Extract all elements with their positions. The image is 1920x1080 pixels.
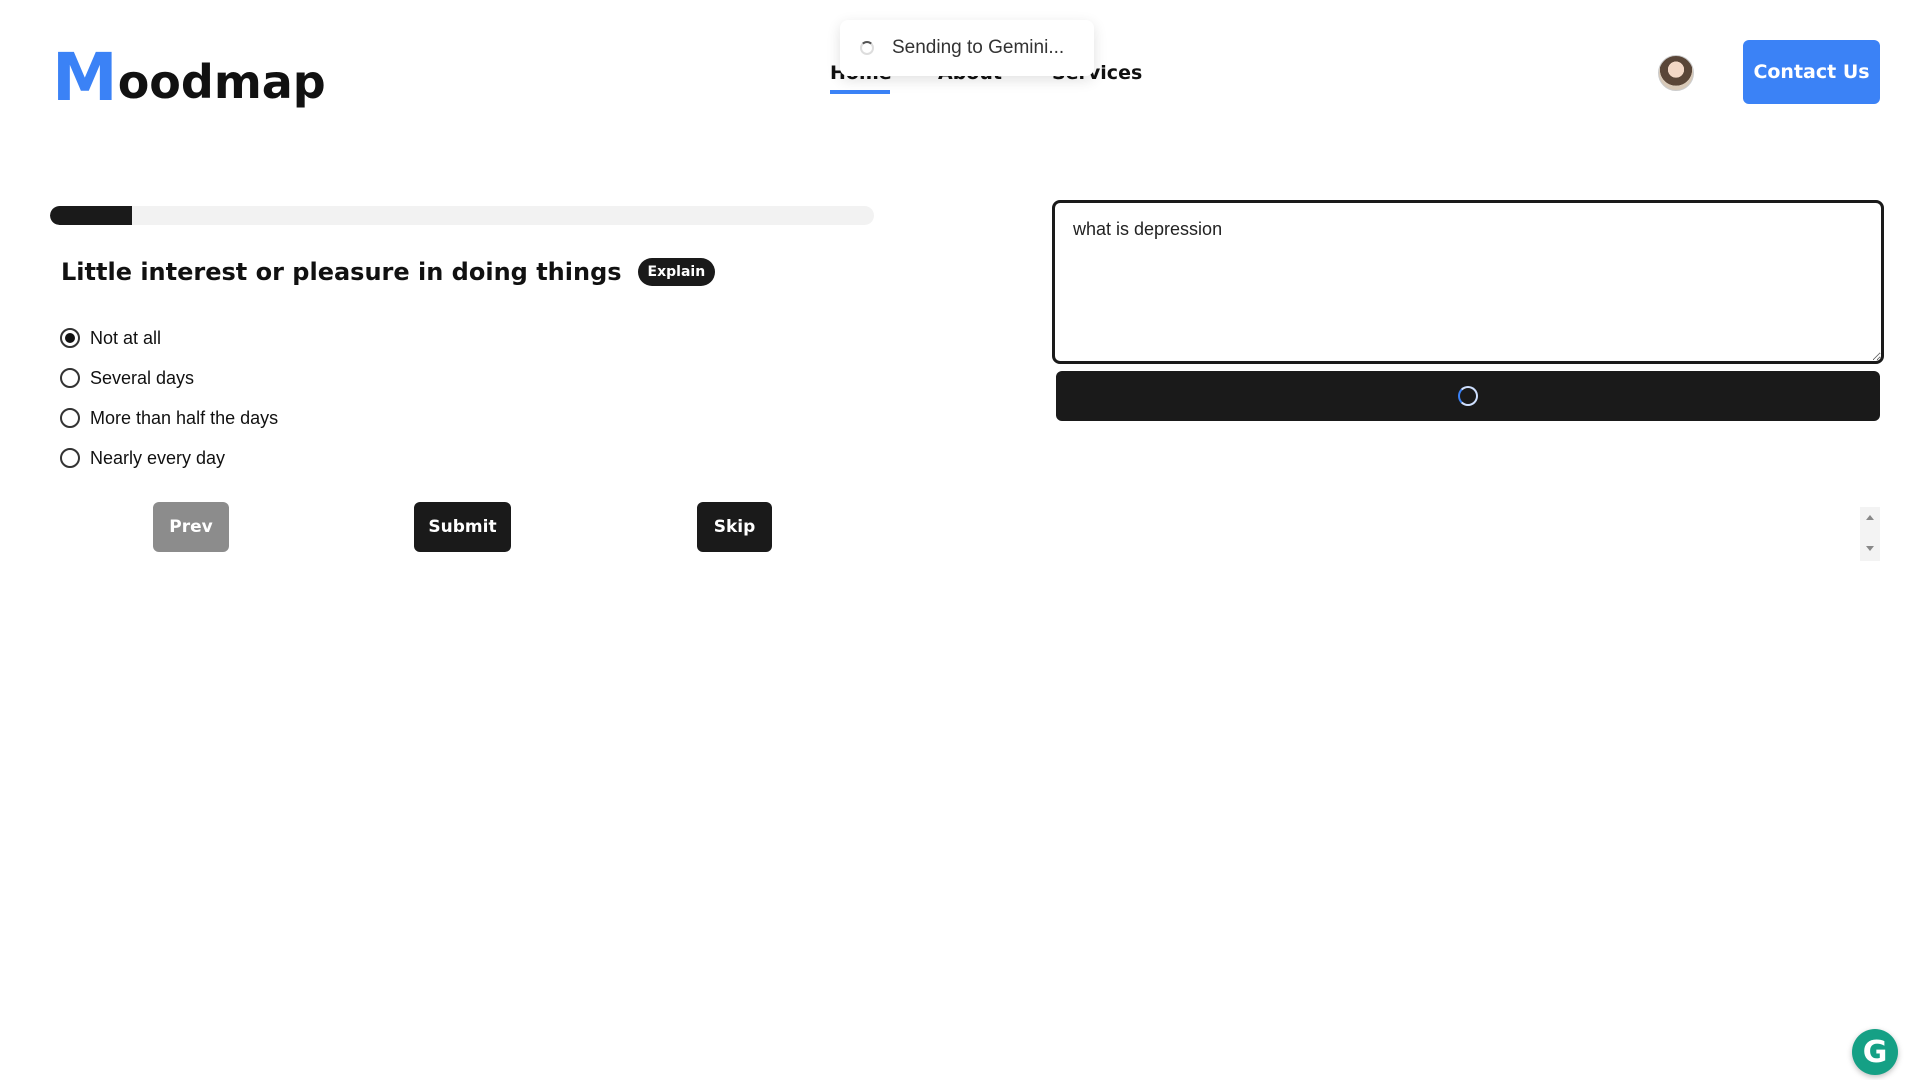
option-not-at-all[interactable]: Not at all [60,318,278,358]
question-row: Little interest or pleasure in doing thi… [61,258,716,286]
option-several-days[interactable]: Several days [60,358,278,398]
logo-text: oodmap [117,55,326,109]
scrollbar[interactable] [1860,507,1880,561]
logo-initial: M [52,39,118,116]
radio-button[interactable] [60,448,80,468]
option-label: Nearly every day [90,447,226,468]
chat-input[interactable]: what is depression [1052,200,1884,364]
question-title: Little interest or pleasure in doing thi… [61,258,622,286]
toast-text: Sending to Gemini... [892,37,1065,58]
progress-bar [50,206,874,225]
grammarly-icon[interactable]: G [1852,1029,1898,1075]
radio-button[interactable] [60,408,80,428]
avatar[interactable] [1658,55,1694,91]
logo[interactable]: M oodmap [52,39,326,116]
prev-button[interactable]: Prev [153,502,229,552]
option-label: Not at all [90,327,162,348]
radio-button[interactable] [60,368,80,388]
loading-spinner-icon [1458,386,1478,406]
submit-button[interactable]: Submit [414,502,511,552]
loading-toast: Sending to Gemini... [840,20,1094,76]
answer-options: Not at all Several days More than half t… [60,318,278,478]
send-button[interactable] [1056,371,1880,421]
option-more-than-half[interactable]: More than half the days [60,398,278,438]
scroll-down-icon[interactable] [1866,546,1874,551]
scroll-up-icon[interactable] [1866,515,1874,520]
loading-spinner-icon [860,41,874,55]
radio-button[interactable] [60,328,80,348]
option-label: More than half the days [90,407,279,428]
contact-us-button[interactable]: Contact Us [1743,40,1880,104]
option-label: Several days [90,367,195,388]
explain-button[interactable]: Explain [637,258,716,286]
progress-fill [50,206,133,225]
skip-button[interactable]: Skip [697,502,772,552]
option-nearly-every-day[interactable]: Nearly every day [60,438,278,478]
